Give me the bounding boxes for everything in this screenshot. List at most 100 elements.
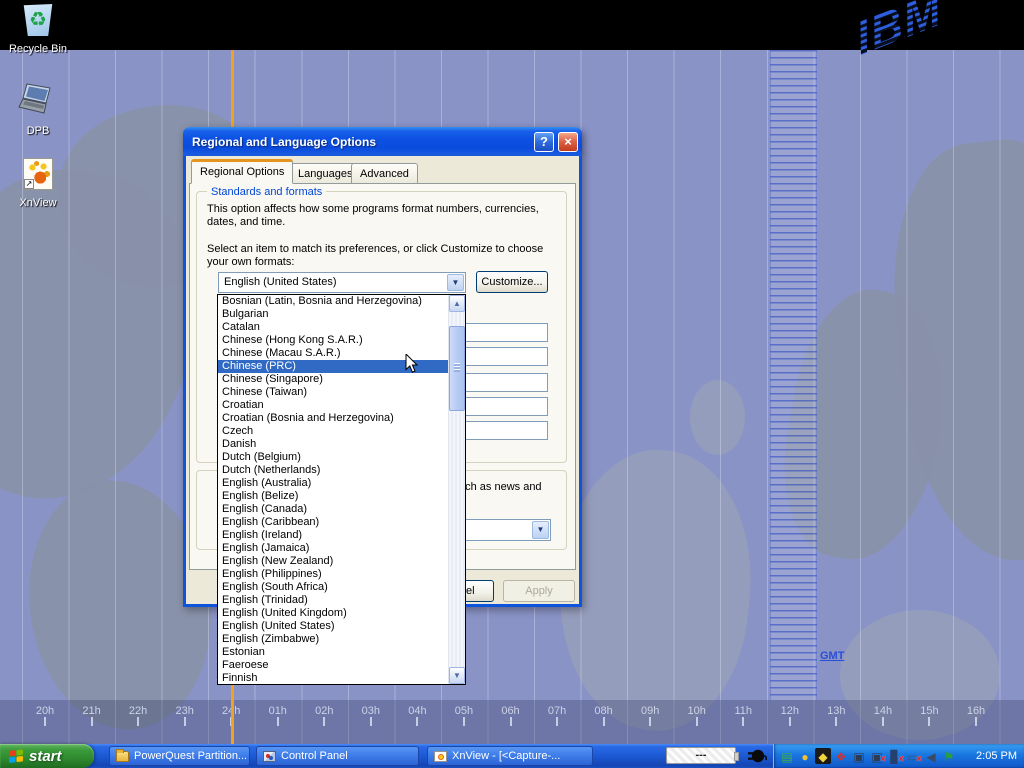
timezone-label: 13h bbox=[827, 705, 845, 717]
task-button-control-panel[interactable]: Control Panel bbox=[256, 746, 419, 766]
folder-icon bbox=[116, 751, 129, 762]
scrollbar-down-icon[interactable]: ▼ bbox=[449, 667, 465, 684]
list-item[interactable]: Chinese (Taiwan) bbox=[218, 386, 448, 399]
list-item[interactable]: Finnish bbox=[218, 672, 448, 685]
timezone-tick bbox=[510, 717, 512, 726]
list-item[interactable]: Catalan bbox=[218, 321, 448, 334]
list-item[interactable]: Czech bbox=[218, 425, 448, 438]
list-item[interactable]: Bulgarian bbox=[218, 308, 448, 321]
list-item[interactable]: English (Zimbabwe) bbox=[218, 633, 448, 646]
timezone-tick bbox=[137, 717, 139, 726]
standards-group-title: Standards and formats bbox=[207, 186, 326, 198]
volume-icon[interactable]: ◀ bbox=[923, 748, 939, 764]
start-button[interactable]: start bbox=[0, 744, 94, 768]
desktop-icon-dpb[interactable]: DPB bbox=[0, 82, 76, 137]
list-item[interactable]: English (New Zealand) bbox=[218, 555, 448, 568]
dialog-titlebar[interactable]: Regional and Language Options ? × bbox=[183, 127, 582, 156]
timezone-label: 12h bbox=[781, 705, 799, 717]
timezone-label: 07h bbox=[548, 705, 566, 717]
disabled-x-badge: × bbox=[916, 755, 922, 765]
scrollbar-thumb[interactable] bbox=[449, 326, 465, 411]
desktop-icon-xnview[interactable]: ↗ XnView bbox=[0, 158, 76, 209]
boot-manager-icon[interactable]: ⚑ bbox=[941, 748, 957, 764]
pc-card-eject-icon[interactable]: ▤ bbox=[779, 748, 795, 764]
chevron-down-icon[interactable]: ▼ bbox=[447, 274, 464, 291]
timezone-label: 02h bbox=[315, 705, 333, 717]
scrollbar[interactable]: ▲ ▼ bbox=[448, 295, 465, 684]
format-combobox[interactable]: English (United States) ▼ bbox=[218, 272, 466, 293]
list-item[interactable]: English (Jamaica) bbox=[218, 542, 448, 555]
list-item[interactable]: English (Trinidad) bbox=[218, 594, 448, 607]
recycle-bin-icon: ♻ bbox=[21, 4, 55, 36]
close-button[interactable]: × bbox=[558, 132, 578, 152]
power-meter-icon[interactable]: ● bbox=[797, 748, 813, 764]
display-disabled-icon[interactable]: ▭× bbox=[905, 748, 921, 764]
list-item[interactable]: Croatian bbox=[218, 399, 448, 412]
list-item[interactable]: Bosnian (Latin, Bosnia and Herzegovina) bbox=[218, 295, 448, 308]
format-combobox-value: English (United States) bbox=[224, 276, 337, 288]
task-button-xnview[interactable]: XnView - [<Capture-... bbox=[427, 746, 593, 766]
thinkpad-utility-icon[interactable]: ◆ bbox=[815, 748, 831, 764]
taskbar: start PowerQuest Partition... Control Pa… bbox=[0, 744, 1024, 768]
list-item[interactable]: Dutch (Netherlands) bbox=[218, 464, 448, 477]
list-item[interactable]: English (South Africa) bbox=[218, 581, 448, 594]
help-button[interactable]: ? bbox=[534, 132, 554, 152]
list-item[interactable]: English (Philippines) bbox=[218, 568, 448, 581]
timezone-tick bbox=[742, 717, 744, 726]
timezone-tick bbox=[975, 717, 977, 726]
disabled-x-badge: × bbox=[898, 755, 904, 765]
task-button-label: Control Panel bbox=[281, 747, 348, 765]
scrollbar-up-icon[interactable]: ▲ bbox=[449, 295, 465, 312]
customize-button[interactable]: Customize... bbox=[476, 271, 548, 293]
timezone-scale-band: 20h21h22h23h24h01h02h03h04h05h06h07h08h0… bbox=[0, 700, 1024, 744]
list-item[interactable]: Estonian bbox=[218, 646, 448, 659]
ac-power-plug-icon bbox=[745, 747, 767, 765]
timezone-tick bbox=[789, 717, 791, 726]
tab-advanced[interactable]: Advanced bbox=[351, 163, 418, 184]
timezone-tick bbox=[603, 717, 605, 726]
list-item[interactable]: English (Caribbean) bbox=[218, 516, 448, 529]
list-item[interactable]: English (Canada) bbox=[218, 503, 448, 516]
control-panel-icon bbox=[263, 751, 276, 762]
network-disconnected-icon[interactable]: ▣× bbox=[869, 748, 885, 764]
list-item[interactable]: English (United Kingdom) bbox=[218, 607, 448, 620]
network-places-icon[interactable]: ▣ bbox=[851, 748, 867, 764]
taskbar-clock[interactable]: 2:05 PM bbox=[976, 744, 1017, 768]
dialog-title: Regional and Language Options bbox=[183, 135, 534, 149]
tab-regional-options[interactable]: Regional Options bbox=[191, 159, 293, 184]
timezone-tick bbox=[370, 717, 372, 726]
signal-disabled-icon[interactable]: ▊× bbox=[887, 748, 903, 764]
task-button-powerquest[interactable]: PowerQuest Partition... bbox=[109, 746, 250, 766]
chevron-down-icon[interactable]: ▼ bbox=[532, 521, 549, 539]
timezone-label: 03h bbox=[362, 705, 380, 717]
timezone-tick bbox=[323, 717, 325, 726]
list-item[interactable]: English (Ireland) bbox=[218, 529, 448, 542]
timezone-label: 20h bbox=[36, 705, 54, 717]
timezone-label: 04h bbox=[408, 705, 426, 717]
timezone-tick bbox=[835, 717, 837, 726]
list-item[interactable]: Danish bbox=[218, 438, 448, 451]
laptop-icon bbox=[18, 82, 58, 123]
timezone-tick bbox=[928, 717, 930, 726]
desktop-icon-recycle-bin[interactable]: ♻ Recycle Bin bbox=[0, 4, 76, 55]
messenger-icon[interactable]: ❖ bbox=[833, 748, 849, 764]
list-item[interactable]: Faeroese bbox=[218, 659, 448, 672]
list-item[interactable]: Chinese (Hong Kong S.A.R.) bbox=[218, 334, 448, 347]
timezone-tick bbox=[91, 717, 93, 726]
shortcut-arrow-icon: ↗ bbox=[24, 179, 34, 189]
timezone-label: 10h bbox=[688, 705, 706, 717]
timezone-label: 15h bbox=[920, 705, 938, 717]
timezone-label: 22h bbox=[129, 705, 147, 717]
desktop-icon-label: XnView bbox=[0, 197, 76, 209]
list-item[interactable]: English (United States) bbox=[218, 620, 448, 633]
list-item[interactable]: English (Australia) bbox=[218, 477, 448, 490]
mouse-cursor bbox=[405, 354, 419, 379]
windows-flag-icon bbox=[8, 749, 24, 764]
list-item[interactable]: Croatian (Bosnia and Herzegovina) bbox=[218, 412, 448, 425]
timezone-label: 08h bbox=[594, 705, 612, 717]
list-item[interactable]: English (Belize) bbox=[218, 490, 448, 503]
apply-button[interactable]: Apply bbox=[503, 580, 575, 602]
battery-gauge[interactable]: --- bbox=[666, 747, 736, 764]
gmt-meridian-band bbox=[770, 50, 817, 700]
list-item[interactable]: Dutch (Belgium) bbox=[218, 451, 448, 464]
